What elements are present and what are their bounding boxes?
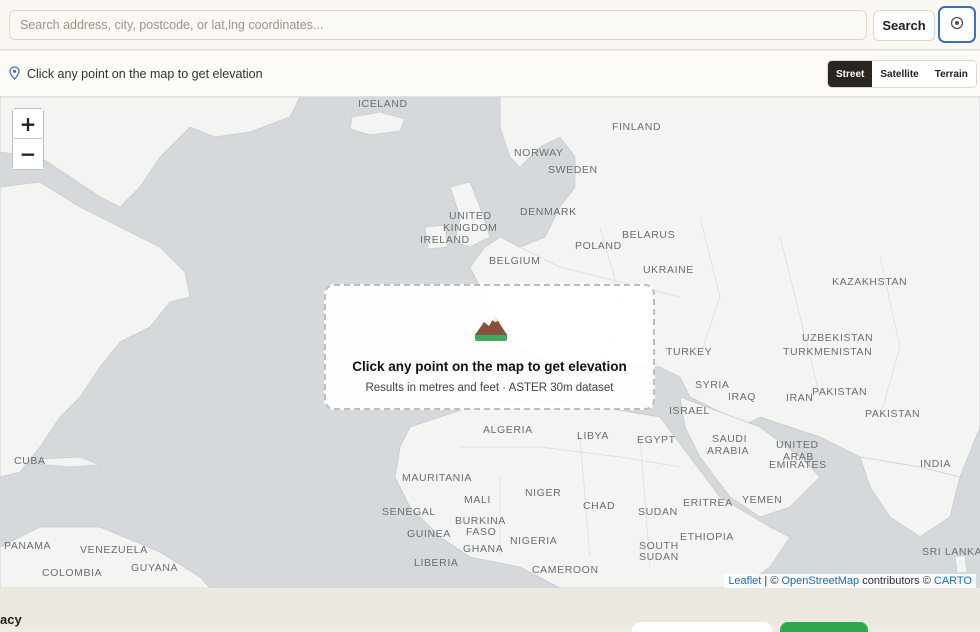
map-label: BELGIUM: [489, 255, 541, 267]
map-label: FINLAND: [612, 121, 662, 133]
map-label: DENMARK: [520, 206, 577, 218]
map-label: POLAND: [575, 240, 622, 252]
hint-text: Click any point on the map to get elevat…: [27, 67, 263, 81]
footer-primary-button[interactable]: [780, 622, 868, 632]
zoom-control: + −: [12, 108, 44, 170]
map-label: SUDAN: [639, 551, 679, 563]
map-label: KAZAKHSTAN: [832, 276, 908, 288]
map-label: ERITREA: [683, 497, 733, 509]
elevation-prompt: Click any point on the map to get elevat…: [324, 284, 655, 410]
map-attribution: Leaflet | © OpenStreetMap contributors ©…: [724, 574, 976, 588]
map-label: UNITED: [776, 439, 819, 451]
map-label: LIBYA: [577, 430, 609, 442]
map-label: UNITED: [449, 210, 492, 222]
layer-satellite-button[interactable]: Satellite: [872, 61, 927, 87]
footer-text: acy: [0, 612, 22, 627]
map-label: BELARUS: [622, 229, 676, 241]
layer-street-button[interactable]: Street: [828, 61, 873, 87]
map-label: COLOMBIA: [42, 567, 103, 579]
map-label: GHANA: [463, 543, 504, 555]
search-bar: Search: [0, 0, 980, 50]
map-label: FASO: [466, 526, 497, 538]
elevation-prompt-subtitle: Results in metres and feet · ASTER 30m d…: [365, 382, 614, 394]
map-label: SUDAN: [638, 506, 678, 518]
map-label: ICELAND: [358, 98, 408, 110]
footer: acy: [0, 588, 980, 632]
layer-switcher: Street Satellite Terrain: [827, 60, 977, 88]
map-label: TURKEY: [666, 346, 713, 358]
map-label: ALGERIA: [483, 424, 533, 436]
map-label: GUYANA: [131, 562, 179, 574]
map-label: EMIRATES: [769, 459, 827, 471]
locate-button[interactable]: [938, 6, 976, 43]
map-label: IRELAND: [420, 234, 470, 246]
map-label: SWEDEN: [548, 164, 598, 176]
map-label: KINGDOM: [443, 222, 498, 234]
footer-secondary-button[interactable]: [632, 622, 772, 632]
map-label: PANAMA: [4, 540, 52, 552]
map-label: LIBERIA: [414, 557, 459, 569]
map-canvas[interactable]: ICELAND FINLAND NORWAY SWEDEN UNITED KIN…: [0, 97, 980, 588]
attribution-separator: | ©: [761, 575, 782, 587]
map-label: UZBEKISTAN: [802, 332, 874, 344]
carto-link[interactable]: CARTO: [934, 575, 972, 587]
search-button[interactable]: Search: [873, 10, 935, 41]
map-label: NIGER: [525, 487, 562, 499]
map-label: SRI LANKA: [922, 546, 980, 558]
map-label: UKRAINE: [643, 264, 694, 276]
map-label: CUBA: [14, 455, 46, 467]
map-label: MAURITANIA: [402, 472, 472, 484]
map-label: CAMEROON: [532, 564, 599, 576]
mountain-icon: [474, 313, 508, 346]
map-label: SAUDI: [712, 433, 748, 445]
map-label: MALI: [464, 494, 491, 506]
map-label: IRAQ: [728, 391, 757, 403]
search-input[interactable]: [9, 10, 867, 40]
map-label: SENEGAL: [382, 506, 436, 518]
map-label: EGYPT: [637, 434, 676, 446]
map-label: ARABIA: [707, 445, 750, 457]
elevation-prompt-title: Click any point on the map to get elevat…: [352, 359, 627, 374]
leaflet-link[interactable]: Leaflet: [728, 575, 761, 587]
map-label: GUINEA: [407, 528, 451, 540]
map-label: NIGERIA: [510, 535, 558, 547]
map-label: VENEZUELA: [80, 544, 148, 556]
zoom-out-button[interactable]: −: [13, 139, 43, 169]
map-label: TURKMENISTAN: [783, 346, 873, 358]
attribution-contributors: contributors ©: [859, 575, 934, 587]
layer-terrain-button[interactable]: Terrain: [926, 61, 976, 87]
map-pin-icon: [9, 66, 20, 85]
map-label: INDIA: [920, 458, 952, 470]
map-label: ISRAEL: [669, 405, 710, 417]
zoom-in-button[interactable]: +: [13, 109, 43, 139]
map-label: NORWAY: [514, 147, 564, 159]
target-icon: [950, 16, 964, 33]
map-label: YEMEN: [742, 494, 783, 506]
map-label: CHAD: [583, 500, 616, 512]
map-label: SYRIA: [695, 379, 730, 391]
map-label: ETHIOPIA: [680, 531, 734, 543]
map-label: PAKISTAN: [865, 408, 921, 420]
map-label: PAKISTAN: [812, 386, 868, 398]
osm-link[interactable]: OpenStreetMap: [781, 575, 859, 587]
map-label: IRAN: [786, 392, 814, 404]
